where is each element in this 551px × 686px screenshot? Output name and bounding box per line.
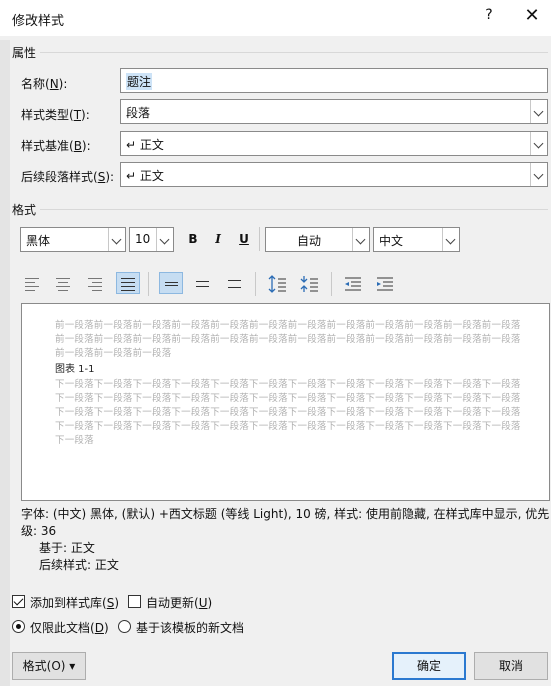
preview-previous-line: 前一段落前一段落前一段落 [55,348,172,359]
decrease-indent-icon[interactable] [341,273,365,295]
properties-heading: 属性 [12,46,37,60]
underline-button[interactable]: U [233,227,255,251]
style-description: 字体: (中文) 黑体, (默认) +西文标题 (等线 Light), 10 磅… [21,506,550,574]
increase-spacing-icon[interactable] [266,273,290,295]
increase-indent-icon[interactable] [373,273,397,295]
font-color-dropdown[interactable]: 自动 [265,227,370,252]
align-left-icon[interactable] [21,273,45,295]
preview-previous-line: 前一段落前一段落前一段落前一段落前一段落前一段落前一段落前一段落前一段落前一段落… [55,320,521,331]
only-this-document-label[interactable]: 仅限此文档(D) [30,619,109,636]
based-on-value: ↵ 正文 [126,138,164,152]
based-on-label: 样式基准(B): [21,139,91,153]
align-right-icon[interactable] [84,273,108,295]
add-to-gallery-label[interactable]: 添加到样式库(S) [30,594,119,611]
help-button[interactable]: ? [482,7,496,27]
size-dropdown[interactable]: 10 [129,227,174,252]
description-next-style: 后续样式: 正文 [39,558,119,572]
preview-previous-line: 前一段落前一段落前一段落前一段落前一段落前一段落前一段落前一段落前一段落前一段落… [55,334,521,345]
style-type-label: 样式类型(T): [21,108,90,122]
based-on-dropdown[interactable]: ↵ 正文 [120,131,548,156]
double-spacing-icon[interactable] [223,273,247,295]
format-heading: 格式 [12,203,37,217]
style-type-value: 段落 [126,106,151,120]
chevron-down-icon[interactable] [530,163,547,186]
name-field[interactable]: 题注 [120,68,548,93]
chevron-down-icon[interactable] [108,228,125,251]
ok-button[interactable]: 确定 [392,652,466,680]
style-type-dropdown[interactable]: 段落 [120,99,548,124]
single-spacing-icon[interactable] [159,272,183,294]
font-value: 黑体 [26,234,51,248]
description-line: 级: 36 [21,524,57,538]
bold-button[interactable]: B [182,227,204,251]
justify-icon[interactable] [116,272,140,294]
description-based-on: 基于: 正文 [39,541,95,555]
format-divider [40,209,548,210]
only-this-document-radio[interactable] [12,620,25,633]
preview-next-line: 下一段落 [55,435,94,446]
next-style-value: ↵ 正文 [126,169,164,183]
script-value: 中文 [379,234,404,248]
preview-next-line: 下一段落下一段落下一段落下一段落下一段落下一段落下一段落下一段落下一段落下一段落… [55,421,521,432]
chevron-down-icon[interactable] [352,228,369,251]
toolbar-separator [148,272,149,296]
align-center-icon[interactable] [52,273,76,295]
close-icon[interactable]: ✕ [520,5,544,29]
properties-divider [40,52,548,53]
toolbar-separator [331,272,332,296]
chevron-down-icon[interactable] [442,228,459,251]
background-window-strip [0,40,10,686]
font-color-value: 自动 [297,234,322,248]
preview-next-line: 下一段落下一段落下一段落下一段落下一段落下一段落下一段落下一段落下一段落下一段落… [55,407,521,418]
format-menu-button[interactable]: 格式(O) ▾ [12,652,86,680]
toolbar-separator [255,272,256,296]
template-documents-radio[interactable] [118,620,131,633]
decrease-spacing-icon[interactable] [298,273,322,295]
name-value: 题注 [126,73,153,90]
toolbar-separator [259,227,260,251]
template-documents-label[interactable]: 基于该模板的新文档 [136,619,244,636]
auto-update-checkbox[interactable] [128,595,141,608]
font-dropdown[interactable]: 黑体 [20,227,126,252]
size-value: 10 [135,232,151,246]
chevron-down-icon[interactable] [530,100,547,123]
cancel-button[interactable]: 取消 [474,652,548,680]
chevron-down-icon[interactable] [156,228,173,251]
style-preview: 前一段落前一段落前一段落前一段落前一段落前一段落前一段落前一段落前一段落前一段落… [21,303,550,501]
auto-update-label[interactable]: 自动更新(U) [146,594,212,611]
preview-next-line: 下一段落下一段落下一段落下一段落下一段落下一段落下一段落下一段落下一段落下一段落… [55,393,521,404]
italic-button[interactable]: I [207,227,229,251]
dialog-title: 修改样式 [12,14,65,29]
next-style-dropdown[interactable]: ↵ 正文 [120,162,548,187]
name-label: 名称(N): [21,77,68,91]
add-to-gallery-checkbox[interactable] [12,595,25,608]
preview-next-line: 下一段落下一段落下一段落下一段落下一段落下一段落下一段落下一段落下一段落下一段落… [55,379,521,390]
one-half-spacing-icon[interactable] [191,273,215,295]
description-line: 字体: (中文) 黑体, (默认) +西文标题 (等线 Light), 10 磅… [21,507,550,521]
preview-sample-text: 图表 1-1 [55,364,95,375]
next-style-label: 后续段落样式(S): [21,170,115,184]
title-bar: 修改样式 ? ✕ [0,0,551,36]
chevron-down-icon[interactable] [530,132,547,155]
script-dropdown[interactable]: 中文 [373,227,460,252]
